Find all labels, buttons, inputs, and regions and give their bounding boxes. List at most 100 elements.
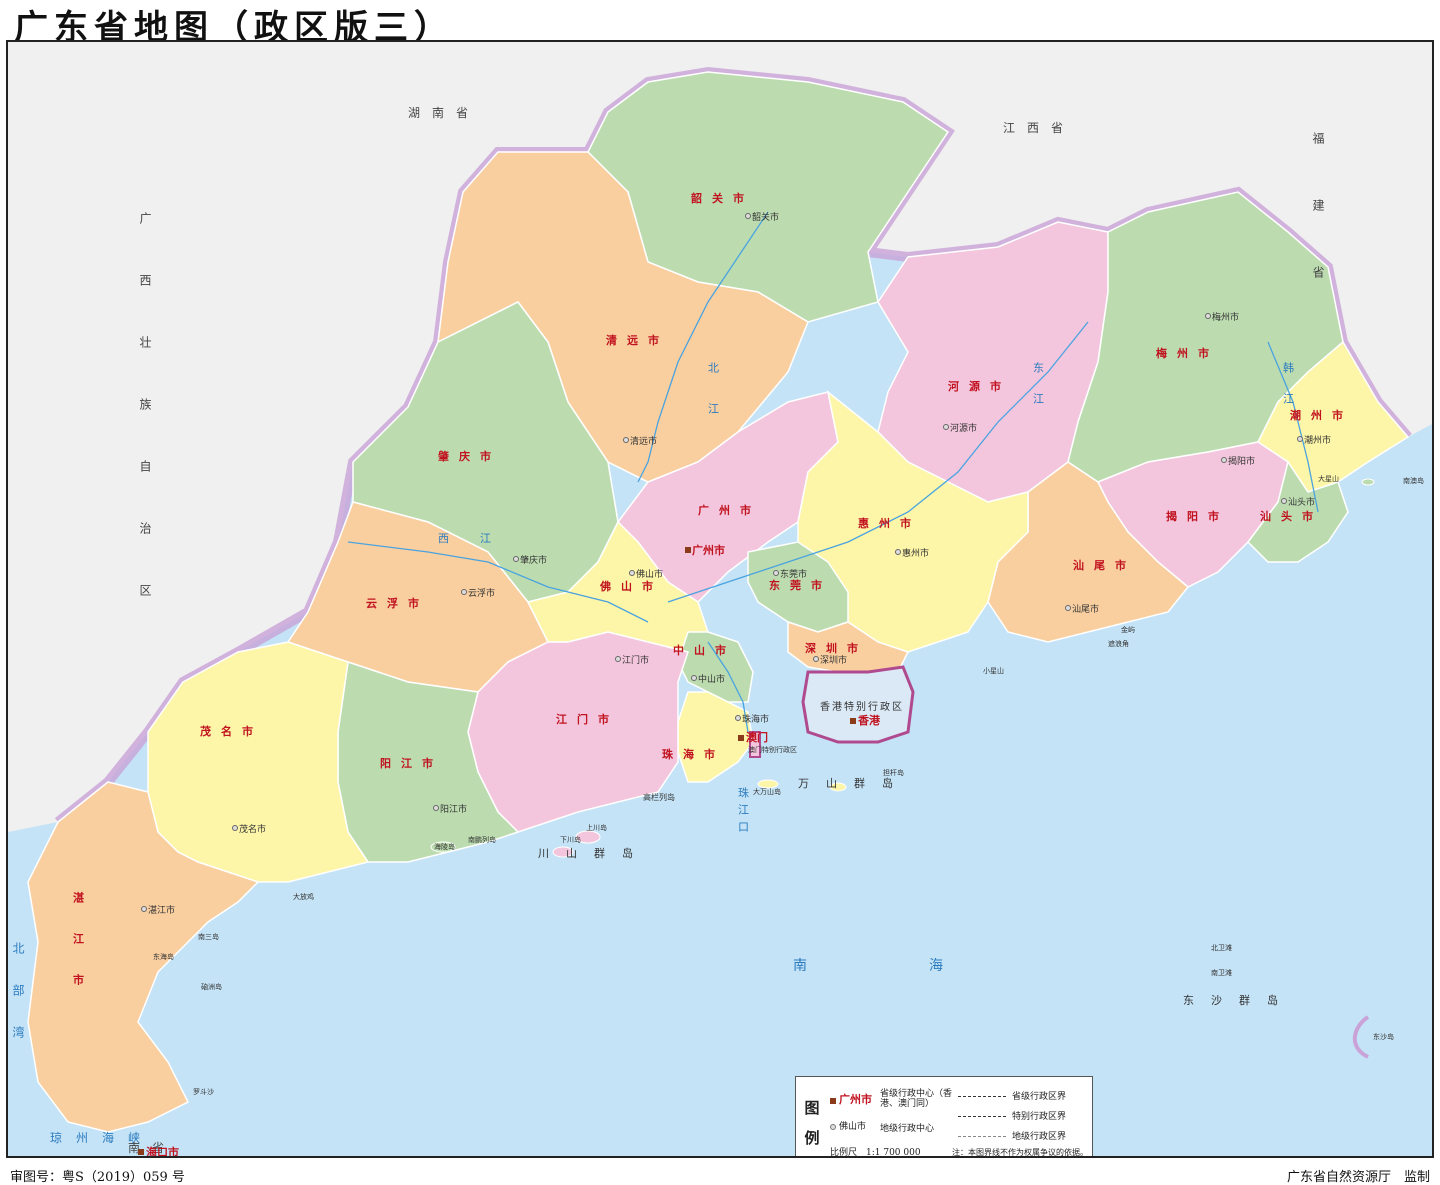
macao-capital-marker [738, 735, 744, 741]
east-river-label: 东江 [1032, 362, 1045, 424]
city-seat-label: 广州市 [692, 543, 725, 557]
city-seat-label: 汕头市 [1288, 496, 1315, 508]
island-label: 小星山 [983, 666, 1004, 675]
legend-special-boundary: 特别行政区界 [958, 1109, 1066, 1122]
haikou-label: 海口市 [146, 1145, 179, 1158]
city-region-label: 肇庆市 [437, 449, 501, 463]
legend-title: 图例 [804, 1099, 820, 1147]
island-label: 北卫滩 [1211, 943, 1232, 952]
legend-prefecture-desc: 地级行政中心 [880, 1124, 935, 1134]
city-seat-label: 湛江市 [148, 904, 175, 916]
city-seat-marker [691, 675, 697, 681]
island-label: 南卫滩 [1211, 968, 1232, 977]
city-region-label: 广州市 [698, 503, 761, 517]
city-seat-marker [735, 715, 741, 721]
legend-note: 注：本图界线不作为权属争议的依据。 [952, 1148, 1088, 1157]
city-region-label: 河源市 [948, 379, 1011, 393]
island-label: 大星山 [1318, 474, 1339, 483]
island-label: 南澳岛 [1403, 476, 1424, 485]
city-region-label: 茂名市 [200, 724, 263, 738]
city-seat-label: 佛山市 [636, 568, 663, 580]
legend-provincial-center: 广州市 [830, 1091, 872, 1107]
city-seat-label: 梅州市 [1212, 311, 1239, 323]
city-region-label: 中山市 [673, 643, 736, 657]
prefecture-center-icon [830, 1123, 836, 1130]
city-region-label: 珠海市 [662, 747, 725, 761]
beibu-gulf-label: 北部湾 [11, 942, 25, 1068]
island-label: 担杆岛 [883, 768, 904, 777]
provincial-center-icon [830, 1097, 836, 1104]
city-seat-marker [1281, 498, 1287, 504]
city-region-label: 潮州市 [1290, 408, 1353, 422]
island-label: 东 沙 群 岛 [1183, 993, 1281, 1007]
city-seat-label: 茂名市 [239, 823, 266, 835]
city-seat-label: 惠州市 [902, 547, 929, 559]
island-label: 东沙岛 [1373, 1032, 1394, 1041]
city-seat-label: 河源市 [950, 422, 977, 434]
city-seat-label: 汕尾市 [1072, 603, 1099, 615]
south-sea-label: 南 海 [793, 958, 963, 974]
city-seat-label: 清远市 [630, 435, 657, 447]
city-seat-marker [813, 656, 819, 662]
pearl-mouth-label: 珠江口 [737, 786, 750, 838]
island-label: 川 山 群 岛 [538, 846, 636, 860]
city-seat-marker [141, 906, 147, 912]
city-region-label: 阳江市 [380, 756, 443, 770]
legend-provincial-boundary: 省级行政区界 [958, 1089, 1066, 1102]
city-seat-label: 潮州市 [1304, 434, 1331, 446]
island-label: 东海岛 [153, 952, 174, 961]
macao-label: 澳门 [746, 730, 768, 744]
city-seat-marker [1205, 313, 1211, 319]
special-boundary-icon [958, 1116, 1006, 1117]
city-seat-label: 江门市 [622, 654, 649, 666]
hongkong-capital-marker [850, 718, 856, 724]
city-seat-marker [232, 825, 238, 831]
city-region-label: 梅州市 [1156, 346, 1219, 360]
han-river-label: 韩江 [1282, 361, 1295, 424]
city-seat-marker [623, 437, 629, 443]
island-label: 海陵岛 [434, 842, 455, 851]
qiongzhou-strait-label: 琼州海峡 [50, 1130, 154, 1145]
map-canvas: 湖 南 省 江 西 省 福建省 广西壮族自治区 南 省 韶关市清远市肇庆市云浮市… [8, 42, 1432, 1158]
city-seat-marker [773, 570, 779, 576]
island-label: 金屿 [1121, 625, 1135, 634]
provincial-boundary-icon [958, 1096, 1006, 1097]
city-seat-marker [615, 656, 621, 662]
city-seat-label: 东莞市 [780, 568, 807, 580]
city-seat-label: 珠海市 [742, 713, 769, 725]
city-seat-label: 揭阳市 [1228, 455, 1255, 467]
city-seat-marker [943, 424, 949, 430]
neighbor-label-hunan: 湖 南 省 [408, 105, 468, 120]
legend-prefecture-boundary: 地级行政区界 [958, 1129, 1066, 1142]
island-label: 上川岛 [586, 823, 607, 832]
haikou-marker [138, 1149, 144, 1155]
city-seat-marker [433, 805, 439, 811]
city-region-label: 深圳市 [805, 641, 868, 655]
review-number: 审图号：粤S（2019）059 号 [10, 1170, 185, 1185]
island-label: 高栏列岛 [643, 792, 675, 802]
city-region-label: 汕头市 [1260, 509, 1323, 523]
island-label: 硇洲岛 [201, 982, 222, 991]
city-seat-label: 阳江市 [440, 803, 467, 815]
west-river-label: 西 江 [438, 532, 501, 545]
provincial-capital-marker [685, 547, 691, 553]
map-legend: 图例 广州市 省级行政中心（香港、澳门同） 佛山市 地级行政中心 比例尺 1:1… [795, 1076, 1093, 1157]
city-seat-label: 中山市 [698, 673, 725, 685]
macao-region-label: 澳门特别行政区 [748, 745, 797, 754]
dongsha-atoll-ring [1352, 1015, 1370, 1059]
supervisor-credit: 广东省自然资源厅 监制 [1286, 1170, 1430, 1185]
legend-provincial-sample: 广州市 [839, 1093, 872, 1106]
city-seat-marker [895, 549, 901, 555]
neighbor-label-fujian: 福建省 [1311, 131, 1325, 333]
island-label: 罗斗沙 [193, 1088, 214, 1096]
prefecture-boundary-icon [958, 1136, 1006, 1137]
island-label: 大放鸡 [293, 892, 314, 901]
neighbor-label-jiangxi: 江 西 省 [1003, 121, 1063, 135]
hongkong-region-label: 香港特别行政区 [820, 700, 904, 713]
neighbor-label-guangxi: 广西壮族自治区 [138, 212, 152, 646]
hongkong-label: 香港 [857, 713, 881, 727]
city-region-label: 韶关市 [691, 191, 754, 205]
island-label: 遮浪角 [1108, 639, 1129, 648]
city-region-label: 清远市 [606, 333, 669, 347]
city-region-label: 汕尾市 [1073, 558, 1136, 572]
